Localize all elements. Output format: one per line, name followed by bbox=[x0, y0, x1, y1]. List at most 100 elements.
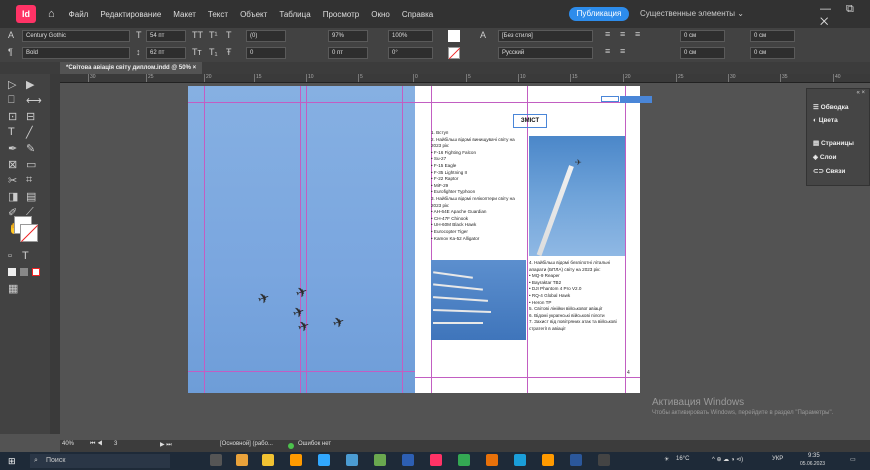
menu-help[interactable]: Справка bbox=[402, 10, 433, 19]
tray-icons[interactable]: ^ ⊕ ☁ ◑ ⊲) bbox=[712, 456, 743, 463]
chrome-icon[interactable] bbox=[236, 454, 248, 466]
menu-object[interactable]: Объект bbox=[240, 10, 267, 19]
windows-start-icon[interactable]: ⊞ bbox=[8, 456, 16, 467]
notification-icon[interactable]: ▭ bbox=[850, 456, 856, 463]
toc-title[interactable]: ЗМІСТ bbox=[513, 114, 547, 128]
selected-frame[interactable] bbox=[601, 96, 619, 102]
panel-item-layers[interactable]: ◈ Слои bbox=[813, 153, 837, 161]
stroke-color-icon[interactable] bbox=[20, 224, 38, 242]
content-placer-icon[interactable]: ⊟ bbox=[26, 110, 35, 123]
page-field[interactable]: 3 bbox=[114, 441, 117, 447]
leading-field[interactable]: 62 пт bbox=[146, 47, 186, 59]
left-page[interactable]: ✈ ✈ ✈ ✈ ✈ bbox=[188, 86, 415, 393]
content-collector-icon[interactable]: ⊡ bbox=[8, 110, 17, 123]
pen-tool-icon[interactable]: ✒ bbox=[8, 142, 17, 155]
photoshop-icon[interactable] bbox=[318, 454, 330, 466]
strikethrough-icon[interactable]: Ŧ bbox=[226, 47, 232, 57]
formatting-text-icon[interactable]: T bbox=[22, 250, 29, 262]
line-tool-icon[interactable]: ╱ bbox=[26, 126, 33, 139]
workspace-switcher[interactable]: Существенные элементы ⌄ bbox=[640, 9, 744, 18]
page-nav-next[interactable]: ▶ ⏭ bbox=[160, 441, 172, 449]
menu-layout[interactable]: Макет bbox=[173, 10, 196, 19]
app-icon[interactable] bbox=[402, 454, 414, 466]
note-tool-icon[interactable]: ▤ bbox=[26, 190, 36, 203]
panel-collapse-icon[interactable]: « × bbox=[856, 90, 865, 96]
zoom-field[interactable]: 40% bbox=[62, 441, 74, 447]
document-tab[interactable]: *Світова авіація світу диплом.indd @ 50%… bbox=[60, 62, 203, 74]
indesign-icon[interactable] bbox=[430, 454, 442, 466]
font-family-field[interactable]: Century Gothic bbox=[22, 30, 130, 42]
vertical-ruler[interactable] bbox=[50, 74, 60, 434]
justify-all-icon[interactable]: ≡ bbox=[620, 46, 625, 56]
gap-tool-icon[interactable]: ⟷ bbox=[26, 94, 42, 107]
taskbar-search[interactable]: ⌕ Поиск bbox=[30, 454, 170, 468]
toc-list-part1[interactable]: 1. Вступ 2. Найбільш відомі винищувачі с… bbox=[431, 130, 526, 242]
scissors-tool-icon[interactable]: ✂ bbox=[8, 174, 17, 187]
all-caps-icon[interactable]: TT bbox=[192, 30, 203, 40]
horizontal-scale-field[interactable]: 100% bbox=[388, 30, 433, 42]
clock-date[interactable]: 05.06.2023 bbox=[800, 461, 825, 467]
stroke-swatch[interactable] bbox=[448, 47, 461, 60]
kerning-field[interactable]: (0) bbox=[246, 30, 286, 42]
home-icon[interactable]: ⌂ bbox=[48, 8, 55, 20]
panel-item-color[interactable]: ◐ Цвета bbox=[813, 117, 838, 124]
apply-gradient-icon[interactable] bbox=[20, 268, 28, 276]
left-indent-field[interactable]: 0 см bbox=[680, 30, 725, 42]
horizontal-ruler[interactable]: 30 25 20 15 10 5 0 5 10 15 20 25 30 35 4… bbox=[60, 74, 870, 83]
publish-button[interactable]: Публикация bbox=[569, 7, 629, 21]
font-size-field[interactable]: 54 пт bbox=[146, 30, 186, 42]
align-center-icon[interactable]: ≡ bbox=[620, 29, 625, 39]
toc-list-part2[interactable]: 4. Найбільш відомі безпілотні літальні а… bbox=[529, 260, 625, 333]
pencil-tool-icon[interactable]: ✎ bbox=[26, 142, 35, 155]
rectangle-frame-tool-icon[interactable]: ⊠ bbox=[8, 158, 17, 171]
panel-item-links[interactable]: ⊂⊃ Связи bbox=[813, 167, 845, 175]
word-icon[interactable] bbox=[570, 454, 582, 466]
justify-icon[interactable]: ≡ bbox=[605, 46, 610, 56]
apply-color-icon[interactable] bbox=[8, 268, 16, 276]
page-nav-prev[interactable]: ⏮ ◀ bbox=[90, 441, 102, 448]
menu-window[interactable]: Окно bbox=[371, 10, 390, 19]
menu-table[interactable]: Таблица bbox=[279, 10, 310, 19]
gradient-tool-icon[interactable]: ◨ bbox=[8, 190, 18, 203]
direct-selection-tool-icon[interactable]: ▶ bbox=[26, 78, 34, 91]
panel-item-pages[interactable]: ▤ Страницы bbox=[813, 139, 854, 147]
underline-icon[interactable]: T bbox=[226, 30, 232, 40]
menu-edit[interactable]: Редактирование bbox=[100, 10, 161, 19]
browser-icon[interactable] bbox=[346, 454, 358, 466]
illustrator-icon[interactable] bbox=[542, 454, 554, 466]
app-icon[interactable] bbox=[598, 454, 610, 466]
free-transform-tool-icon[interactable]: ⌗ bbox=[26, 174, 32, 187]
app-icon[interactable] bbox=[374, 454, 386, 466]
apply-none-icon[interactable] bbox=[32, 268, 40, 276]
align-left-icon[interactable]: ≡ bbox=[605, 29, 610, 39]
app-icon[interactable] bbox=[514, 454, 526, 466]
right-page[interactable]: ЗМІСТ 1. Вступ 2. Найбільш відомі винищу… bbox=[415, 86, 652, 393]
panel-item-stroke[interactable]: ☰ Обводка bbox=[813, 103, 849, 111]
tracking-field[interactable]: 0 bbox=[246, 47, 286, 59]
selection-tool-icon[interactable]: ▷ bbox=[8, 78, 16, 91]
selection-handle[interactable] bbox=[620, 96, 652, 103]
menu-type[interactable]: Текст bbox=[208, 10, 228, 19]
input-language[interactable]: УКР bbox=[772, 456, 783, 462]
skew-field[interactable]: 0° bbox=[388, 47, 433, 59]
language-field[interactable]: Русский bbox=[498, 47, 593, 59]
superscript-icon[interactable]: T¹ bbox=[209, 30, 218, 40]
baseline-shift-field[interactable]: 0 пт bbox=[328, 47, 368, 59]
screen-mode-icon[interactable]: ▦ bbox=[8, 282, 18, 295]
first-line-indent-field[interactable]: 0 см bbox=[750, 30, 795, 42]
master-field[interactable]: [Основной] (рабо... bbox=[220, 441, 273, 447]
font-style-field[interactable]: Bold bbox=[22, 47, 130, 59]
close-icon[interactable]: × bbox=[193, 65, 197, 71]
vertical-scale-field[interactable]: 97% bbox=[328, 30, 368, 42]
app-icon[interactable] bbox=[486, 454, 498, 466]
menu-file[interactable]: Файл bbox=[69, 10, 89, 19]
task-view-icon[interactable] bbox=[210, 454, 222, 466]
rectangle-tool-icon[interactable]: ▭ bbox=[26, 158, 36, 171]
formatting-container-icon[interactable]: ▫ bbox=[8, 250, 12, 262]
illustrator-icon[interactable] bbox=[290, 454, 302, 466]
page-tool-icon[interactable]: ⎕ bbox=[8, 94, 15, 107]
right-indent-field[interactable]: 0 см bbox=[680, 47, 725, 59]
menu-view[interactable]: Просмотр bbox=[323, 10, 360, 19]
character-style-field[interactable]: [Без стиля] bbox=[498, 30, 593, 42]
subscript-icon[interactable]: T₁ bbox=[209, 47, 218, 57]
